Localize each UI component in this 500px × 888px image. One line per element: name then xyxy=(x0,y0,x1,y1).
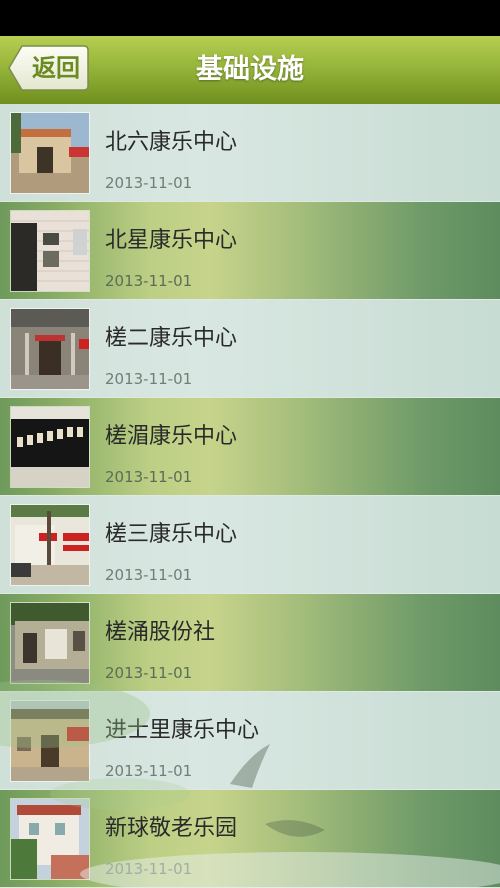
facility-thumbnail xyxy=(10,602,90,684)
facility-date: 2013-11-01 xyxy=(105,174,193,192)
list-item[interactable]: 北六康乐中心 2013-11-01 xyxy=(0,104,500,202)
facility-name: 北星康乐中心 xyxy=(105,228,238,253)
facility-date: 2013-11-01 xyxy=(105,860,193,878)
facility-name: 新球敬老乐园 xyxy=(105,816,238,841)
facility-thumbnail xyxy=(10,700,90,782)
list-item[interactable]: 进士里康乐中心 2013-11-01 xyxy=(0,692,500,790)
facility-thumbnail xyxy=(10,210,90,292)
facility-thumbnail xyxy=(10,308,90,390)
facility-name: 槎湄康乐中心 xyxy=(105,424,238,449)
facility-thumbnail xyxy=(10,406,90,488)
facility-thumbnail xyxy=(10,504,90,586)
back-button-label: 返回 xyxy=(32,54,80,82)
facility-thumbnail xyxy=(10,798,90,880)
title-bar: 返回 基础设施 xyxy=(0,36,500,105)
facility-name: 进士里康乐中心 xyxy=(105,718,260,743)
facility-date: 2013-11-01 xyxy=(105,468,193,486)
list-item[interactable]: 新球敬老乐园 2013-11-01 xyxy=(0,790,500,888)
facility-name: 槎涌股份社 xyxy=(105,620,216,645)
facility-list: 北六康乐中心 2013-11-01 北星康乐中心 2013-11-01 槎二康乐… xyxy=(0,104,500,888)
facility-date: 2013-11-01 xyxy=(105,370,193,388)
facility-name: 槎三康乐中心 xyxy=(105,522,238,547)
status-bar xyxy=(0,0,500,36)
facility-name: 槎二康乐中心 xyxy=(105,326,238,351)
facility-thumbnail xyxy=(10,112,90,194)
list-item[interactable]: 槎涌股份社 2013-11-01 xyxy=(0,594,500,692)
list-item[interactable]: 北星康乐中心 2013-11-01 xyxy=(0,202,500,300)
facility-date: 2013-11-01 xyxy=(105,664,193,682)
facility-date: 2013-11-01 xyxy=(105,762,193,780)
list-item[interactable]: 槎三康乐中心 2013-11-01 xyxy=(0,496,500,594)
list-item[interactable]: 槎湄康乐中心 2013-11-01 xyxy=(0,398,500,496)
facility-date: 2013-11-01 xyxy=(105,566,193,584)
list-item[interactable]: 槎二康乐中心 2013-11-01 xyxy=(0,300,500,398)
facility-name: 北六康乐中心 xyxy=(105,130,238,155)
back-button[interactable]: 返回 xyxy=(8,44,90,92)
facility-date: 2013-11-01 xyxy=(105,272,193,290)
